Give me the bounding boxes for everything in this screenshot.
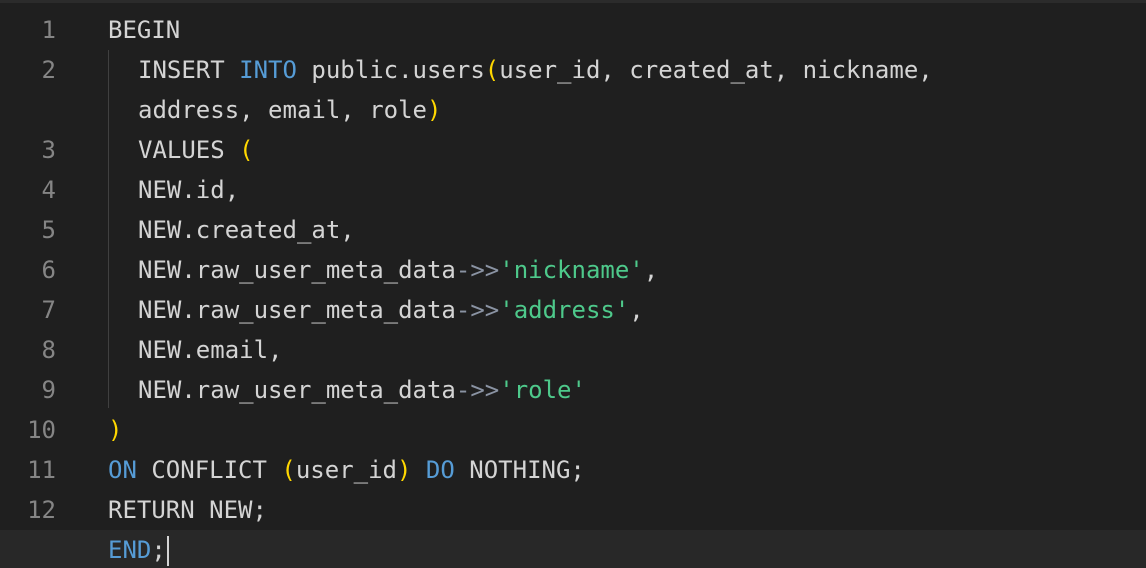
line-number: 3 (41, 136, 56, 164)
code-token: ; (151, 536, 166, 564)
code-token: BEGIN (108, 16, 181, 44)
code-token: ->> (455, 256, 500, 284)
code-token: CONFLICT (136, 456, 282, 484)
code-line[interactable]: NEW.created_at, (108, 210, 1138, 250)
code-token: ( (239, 136, 254, 164)
line-number: 1 (41, 16, 56, 44)
code-token: ) (108, 416, 123, 444)
line-number (0, 90, 60, 130)
code-line[interactable]: INSERT INTO public.users(user_id, create… (108, 50, 1138, 90)
code-token: NEW.id, (138, 176, 240, 204)
code-token: INTO (239, 56, 297, 84)
code-editor[interactable]: 12 345678910111213 BEGININSERT INTO publ… (0, 0, 1146, 568)
code-token: NEW.email, (138, 336, 283, 364)
code-line[interactable]: ON CONFLICT (user_id) DO NOTHING; (108, 450, 1138, 490)
line-number: 4 (41, 176, 56, 204)
line-number: 2 (41, 56, 56, 84)
code-line[interactable]: NEW.raw_user_meta_data->>'address', (108, 290, 1138, 330)
code-token: public.users (296, 56, 485, 84)
code-token: 'role' (499, 376, 586, 404)
code-token: NEW.created_at, (138, 216, 355, 244)
code-token: 'nickname' (499, 256, 644, 284)
line-number: 6 (41, 256, 56, 284)
code-token: ) (397, 456, 412, 484)
code-line[interactable]: address, email, role) (108, 90, 1138, 130)
code-area[interactable]: BEGIN INSERT INTO public.users(user_id, c… (0, 10, 1146, 568)
line-number: 11 (27, 456, 56, 484)
code-line[interactable]: VALUES ( (108, 130, 1138, 170)
current-code-line[interactable]: END; (0, 530, 1146, 568)
code-token: NOTHING; (454, 456, 585, 484)
code-token: NEW.raw_user_meta_data (138, 256, 456, 284)
line-number: 8 (41, 336, 56, 364)
code-token: END (108, 536, 152, 564)
line-number: 10 (27, 416, 56, 444)
code-line[interactable]: NEW.id, (108, 170, 1138, 210)
code-token: NEW.raw_user_meta_data (138, 376, 456, 404)
code-token: DO (425, 456, 455, 484)
code-token: user_id, created_at, nickname, (499, 56, 933, 84)
code-token: , (629, 296, 644, 324)
code-token: address, email, role (138, 96, 427, 124)
editor-top-border (0, 0, 1146, 3)
line-number-gutter[interactable]: 12 345678910111213 (0, 10, 60, 568)
code-token: INSERT (138, 56, 240, 84)
code-line[interactable]: ) (108, 410, 1138, 450)
line-number: 5 (41, 216, 56, 244)
text-cursor (166, 536, 169, 566)
code-token: VALUES (138, 136, 240, 164)
code-token: RETURN NEW; (108, 496, 267, 524)
code-line[interactable]: NEW.email, (108, 330, 1138, 370)
code-line[interactable]: BEGIN (108, 10, 1138, 50)
line-number: 9 (41, 376, 56, 404)
code-token: ->> (455, 296, 500, 324)
line-number: 7 (41, 296, 56, 324)
code-token: ) (426, 96, 442, 124)
code-token: ( (484, 56, 500, 84)
code-token: user_id (295, 456, 398, 484)
code-token: , (643, 256, 659, 284)
code-line[interactable]: NEW.raw_user_meta_data->>'nickname', (108, 250, 1138, 290)
code-line[interactable]: RETURN NEW; (108, 490, 1138, 530)
code-token: ->> (455, 376, 500, 404)
line-number: 12 (27, 496, 56, 524)
code-token: ( (281, 456, 296, 484)
code-token: 'address' (499, 296, 630, 324)
code-token: ON (108, 456, 137, 484)
code-line[interactable]: NEW.raw_user_meta_data->>'role' (108, 370, 1138, 410)
code-token: NEW.raw_user_meta_data (138, 296, 456, 324)
